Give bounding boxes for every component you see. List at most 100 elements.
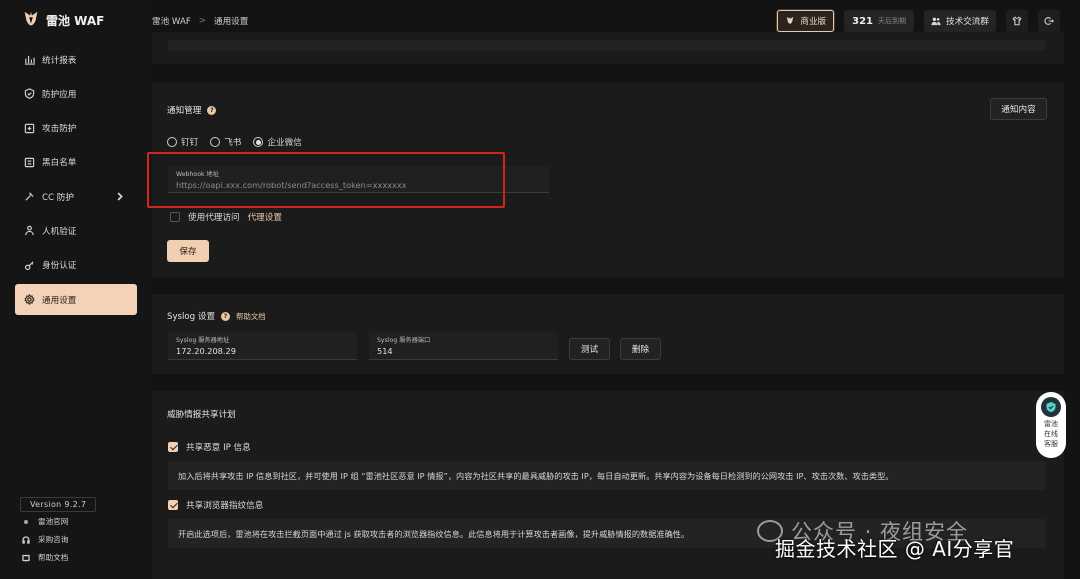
share-fingerprint-row: 共享浏览器指纹信息 xyxy=(168,499,263,511)
support-line1: 雷池 xyxy=(1044,420,1058,428)
threat-title: 威胁情报共享计划 xyxy=(167,410,236,420)
sidebar-item-label: 统计报表 xyxy=(42,55,77,66)
syslog-address-input[interactable]: Syslog 服务器地址 172.20.208.29 xyxy=(168,332,357,360)
sidebar-item-settings[interactable]: 通用设置 xyxy=(15,284,137,316)
proxy-settings-link[interactable]: 代理设置 xyxy=(248,211,282,223)
syslog-port-label: Syslog 服务器端口 xyxy=(377,337,431,344)
topbar-actions: 商业版 321 天后到期 技术交流群 xyxy=(777,10,1060,32)
proxy-checkbox[interactable] xyxy=(170,212,180,222)
breadcrumb-current: 通用设置 xyxy=(213,17,249,27)
purchase-link[interactable]: 采购咨询 xyxy=(22,534,68,545)
online-support-button[interactable]: 雷池 在线 客服 xyxy=(1036,392,1066,458)
notify-title: 通知管理 ? xyxy=(167,104,217,116)
sidebar-item-label: 通用设置 xyxy=(42,295,77,306)
tech-group-label: 技术交流群 xyxy=(946,17,989,27)
cc-icon xyxy=(25,192,34,201)
syslog-title-text: Syslog 设置 xyxy=(167,312,216,322)
radio-wecom[interactable]: 企业微信 xyxy=(253,136,302,148)
notify-title-text: 通知管理 xyxy=(167,106,202,116)
proxy-row: 使用代理访问 代理设置 xyxy=(170,211,282,223)
share-fingerprint-checkbox[interactable] xyxy=(168,500,178,510)
sidebar-item-apps[interactable]: 防护应用 xyxy=(15,78,137,109)
attack-icon xyxy=(24,123,35,133)
radio-feishu[interactable]: 飞书 xyxy=(210,136,241,148)
panel-previous-strip xyxy=(168,40,1046,51)
notify-content-button[interactable]: 通知内容 xyxy=(990,98,1047,120)
breadcrumb-root[interactable]: 雷池 WAF xyxy=(152,15,191,27)
official-site-link[interactable]: 雷池官网 xyxy=(22,516,68,527)
key-icon xyxy=(24,261,34,270)
support-line2: 在线 xyxy=(1044,430,1058,438)
proxy-label: 使用代理访问 xyxy=(188,213,240,223)
shield-icon xyxy=(24,88,35,100)
help-icon[interactable]: ? xyxy=(207,105,217,115)
edition-badge[interactable]: 商业版 xyxy=(777,10,835,32)
logout-button[interactable] xyxy=(1038,10,1060,32)
days-left: 321 xyxy=(852,15,874,27)
radio-label: 飞书 xyxy=(224,138,242,148)
radio-label: 企业微信 xyxy=(267,138,302,148)
highlight-box xyxy=(147,152,505,208)
theme-button[interactable] xyxy=(1006,10,1028,32)
chevron-right-icon xyxy=(117,192,123,201)
shirt-icon xyxy=(1012,16,1022,26)
syslog-address-label: Syslog 服务器地址 xyxy=(176,337,230,344)
sidebar-item-label: 人机验证 xyxy=(42,226,77,237)
share-ip-label: 共享恶意 IP 信息 xyxy=(186,443,251,453)
sidebar: 雷池 WAF 统计报表 防护应用 攻击防护 黑白名单 CC 防护 人机验证 身份… xyxy=(0,0,152,579)
radio-circle-selected xyxy=(253,137,264,147)
radio-circle xyxy=(210,137,221,147)
support-line3: 客服 xyxy=(1044,440,1058,448)
sidebar-item-label: 黑白名单 xyxy=(42,158,77,169)
brand-name: 雷池 WAF xyxy=(46,13,105,28)
syslog-help-link[interactable]: 帮助文档 xyxy=(236,311,266,322)
days-label: 天后到期 xyxy=(878,17,907,25)
leichi-logo-icon xyxy=(787,16,794,24)
help-icon[interactable]: ? xyxy=(221,311,231,321)
headset-icon xyxy=(22,535,30,544)
share-ip-description: 加入后将共享攻击 IP 信息到社区，并可使用 IP 组 “雷池社区恶意 IP 情… xyxy=(168,461,1046,490)
notify-channel-group: 钉钉 飞书 企业微信 xyxy=(167,136,308,148)
sidebar-nav: 统计报表 防护应用 攻击防护 黑白名单 CC 防护 人机验证 身份认证 通用设置 xyxy=(15,44,137,318)
watermark-juejin: 掘金技术社区 @ AI分享官 xyxy=(775,537,1015,561)
list-icon xyxy=(24,157,35,168)
radio-circle xyxy=(167,137,177,147)
version-badge: Version 9.2.7 xyxy=(20,497,97,512)
syslog-test-button[interactable]: 测试 xyxy=(569,338,610,360)
share-ip-row: 共享恶意 IP 信息 xyxy=(168,441,251,453)
syslog-title: Syslog 设置 ? 帮助文档 xyxy=(167,310,266,322)
sidebar-item-label: 防护应用 xyxy=(42,89,77,100)
save-button[interactable]: 保存 xyxy=(167,240,209,262)
syslog-delete-button[interactable]: 删除 xyxy=(620,338,661,360)
purchase-label: 采购咨询 xyxy=(38,535,69,544)
radio-dingtalk[interactable]: 钉钉 xyxy=(167,136,198,148)
dot-icon xyxy=(24,519,28,524)
person-icon xyxy=(25,226,34,236)
sidebar-item-label: 攻击防护 xyxy=(42,124,77,135)
sidebar-item-auth[interactable]: 身份认证 xyxy=(15,250,137,281)
breadcrumb: 雷池 WAF > 通用设置 xyxy=(152,15,248,27)
official-site-label: 雷池官网 xyxy=(38,517,69,526)
brand[interactable]: 雷池 WAF xyxy=(22,10,104,30)
group-icon xyxy=(931,17,941,26)
edition-label: 商业版 xyxy=(800,17,827,27)
bar-chart-icon xyxy=(24,55,35,65)
radio-label: 钉钉 xyxy=(181,138,199,148)
sidebar-item-captcha[interactable]: 人机验证 xyxy=(15,215,137,246)
share-ip-checkbox[interactable] xyxy=(168,442,178,452)
syslog-port-value: 514 xyxy=(377,346,393,356)
sidebar-item-cc[interactable]: CC 防护 xyxy=(15,181,137,212)
sidebar-item-blacklist[interactable]: 黑白名单 xyxy=(15,147,137,178)
syslog-address-value: 172.20.208.29 xyxy=(176,346,236,356)
docs-label: 帮助文档 xyxy=(38,553,69,562)
sidebar-item-attack[interactable]: 攻击防护 xyxy=(15,113,137,144)
book-icon xyxy=(22,554,30,562)
sidebar-item-label: CC 防护 xyxy=(42,192,74,203)
syslog-port-input[interactable]: Syslog 服务器端口 514 xyxy=(369,332,558,360)
gear-icon xyxy=(24,294,35,306)
tech-group-button[interactable]: 技术交流群 xyxy=(924,10,996,32)
share-fingerprint-label: 共享浏览器指纹信息 xyxy=(186,501,264,511)
sidebar-item-stats[interactable]: 统计报表 xyxy=(15,44,137,75)
sidebar-item-label: 身份认证 xyxy=(42,261,77,272)
docs-link[interactable]: 帮助文档 xyxy=(22,552,68,563)
